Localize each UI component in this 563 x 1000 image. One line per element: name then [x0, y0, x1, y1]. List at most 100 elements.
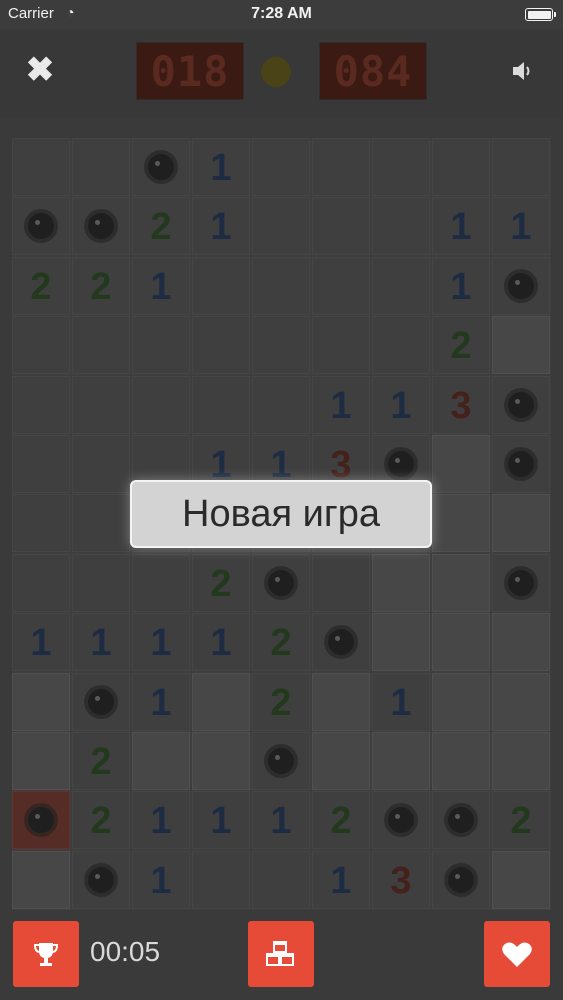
grid-cell[interactable] [12, 435, 70, 493]
unrevealed-cell[interactable] [432, 494, 490, 553]
grid-cell[interactable]: 1 [432, 197, 490, 256]
grid-cell[interactable] [252, 256, 310, 315]
mine-cell[interactable] [492, 375, 550, 434]
grid-cell[interactable]: 1 [492, 197, 550, 256]
grid-cell[interactable]: 1 [132, 850, 190, 909]
grid-cell[interactable]: 1 [12, 613, 70, 672]
mine-cell[interactable] [12, 197, 70, 256]
unrevealed-cell[interactable] [492, 850, 550, 909]
grid-cell[interactable] [252, 375, 310, 434]
grid-cell[interactable] [372, 138, 430, 196]
unrevealed-cell[interactable] [492, 732, 550, 790]
mine-cell[interactable] [312, 613, 370, 672]
grid-cell[interactable] [492, 138, 550, 196]
grid-cell[interactable] [192, 850, 250, 909]
grid-cell[interactable] [372, 197, 430, 256]
unrevealed-cell[interactable] [12, 732, 70, 790]
grid-cell[interactable]: 1 [252, 791, 310, 850]
grid-cell[interactable]: 1 [372, 672, 430, 731]
unrevealed-cell[interactable] [432, 672, 490, 731]
grid-cell[interactable]: 1 [192, 613, 250, 672]
grid-cell[interactable] [72, 316, 130, 375]
grid-cell[interactable] [312, 256, 370, 315]
grid-cell[interactable]: 3 [372, 850, 430, 909]
leaderboard-button[interactable] [13, 921, 79, 987]
grid-cell[interactable] [372, 256, 430, 315]
unrevealed-cell[interactable] [492, 316, 550, 375]
grid-cell[interactable]: 1 [372, 375, 430, 434]
grid-cell[interactable] [12, 494, 70, 553]
grid-cell[interactable]: 1 [432, 256, 490, 315]
unrevealed-cell[interactable] [312, 732, 370, 790]
grid-cell[interactable] [72, 553, 130, 612]
grid-cell[interactable] [372, 316, 430, 375]
unrevealed-cell[interactable] [312, 672, 370, 731]
grid-cell[interactable]: 2 [492, 791, 550, 850]
mine-cell[interactable] [72, 672, 130, 731]
unrevealed-cell[interactable] [492, 672, 550, 731]
grid-cell[interactable]: 1 [312, 850, 370, 909]
grid-cell[interactable] [72, 494, 130, 553]
grid-cell[interactable] [192, 256, 250, 315]
mine-cell[interactable] [492, 553, 550, 612]
mine-cell[interactable] [132, 138, 190, 196]
smiley-face-button[interactable] [261, 57, 291, 87]
grid-cell[interactable] [432, 138, 490, 196]
unrevealed-cell[interactable] [492, 494, 550, 553]
grid-cell[interactable]: 2 [132, 197, 190, 256]
grid-cell[interactable]: 2 [72, 732, 130, 790]
unrevealed-cell[interactable] [192, 732, 250, 790]
grid-cell[interactable]: 1 [132, 791, 190, 850]
grid-cell[interactable]: 2 [252, 672, 310, 731]
unrevealed-cell[interactable] [372, 553, 430, 612]
grid-cell[interactable] [312, 138, 370, 196]
grid-cell[interactable] [72, 435, 130, 493]
close-button[interactable]: ✖ [22, 52, 58, 88]
unrevealed-cell[interactable] [132, 732, 190, 790]
grid-cell[interactable] [252, 197, 310, 256]
grid-cell[interactable] [132, 375, 190, 434]
unrevealed-cell[interactable] [12, 672, 70, 731]
unrevealed-cell[interactable] [432, 732, 490, 790]
mine-cell[interactable] [72, 850, 130, 909]
mine-cell[interactable] [492, 256, 550, 315]
sound-toggle-button[interactable] [505, 54, 539, 88]
grid-cell[interactable]: 2 [72, 256, 130, 315]
grid-cell[interactable] [12, 138, 70, 196]
unrevealed-cell[interactable] [432, 435, 490, 493]
grid-cell[interactable] [192, 375, 250, 434]
mine-cell[interactable] [252, 553, 310, 612]
grid-cell[interactable]: 1 [132, 613, 190, 672]
grid-cell[interactable]: 1 [192, 197, 250, 256]
mine-cell[interactable] [72, 197, 130, 256]
unrevealed-cell[interactable] [432, 553, 490, 612]
grid-cell[interactable]: 2 [312, 791, 370, 850]
unrevealed-cell[interactable] [372, 732, 430, 790]
mine-cell[interactable] [252, 732, 310, 790]
grid-cell[interactable] [12, 553, 70, 612]
grid-cell[interactable] [252, 138, 310, 196]
grid-cell[interactable] [252, 850, 310, 909]
unrevealed-cell[interactable] [12, 850, 70, 909]
grid-cell[interactable]: 1 [192, 138, 250, 196]
grid-cell[interactable]: 1 [132, 672, 190, 731]
grid-cell[interactable]: 2 [252, 613, 310, 672]
grid-cell[interactable] [192, 316, 250, 375]
difficulty-button[interactable] [248, 921, 314, 987]
unrevealed-cell[interactable] [432, 613, 490, 672]
grid-cell[interactable] [312, 197, 370, 256]
grid-cell[interactable] [12, 375, 70, 434]
unrevealed-cell[interactable] [372, 613, 430, 672]
exploded-mine-cell[interactable] [12, 791, 70, 850]
grid-cell[interactable] [72, 375, 130, 434]
grid-cell[interactable] [312, 553, 370, 612]
favorite-button[interactable] [484, 921, 550, 987]
grid-cell[interactable] [252, 316, 310, 375]
unrevealed-cell[interactable] [492, 613, 550, 672]
grid-cell[interactable]: 1 [312, 375, 370, 434]
grid-cell[interactable]: 2 [432, 316, 490, 375]
grid-cell[interactable]: 1 [192, 791, 250, 850]
grid-cell[interactable] [132, 553, 190, 612]
grid-cell[interactable]: 2 [192, 553, 250, 612]
mine-cell[interactable] [432, 791, 490, 850]
